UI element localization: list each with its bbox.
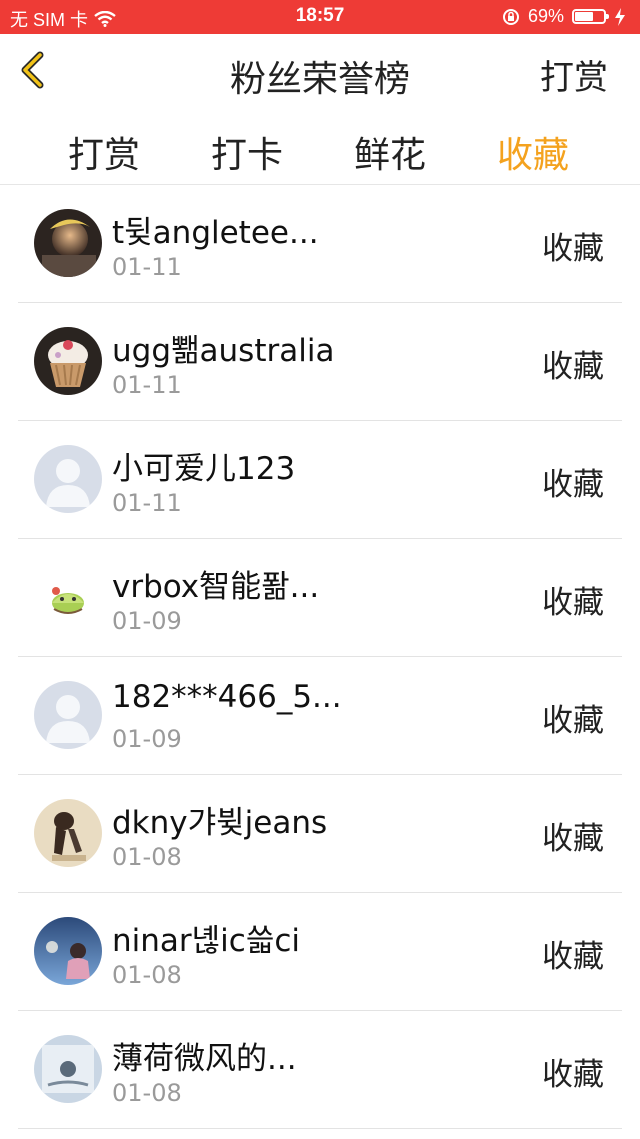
list-item[interactable]: 薄荷微风的... 01-08 收藏: [0, 1011, 640, 1129]
favorite-label: 收藏: [542, 467, 604, 503]
user-name: ninar녢ic쓻ci: [112, 923, 301, 959]
list-item[interactable]: vrbox智能퐒... 01-09 收藏: [0, 539, 640, 657]
battery-fill: [575, 12, 593, 21]
date: 01-08: [112, 1079, 182, 1107]
tab-reward[interactable]: 打赏: [33, 126, 175, 178]
tab-checkin[interactable]: 打卡: [176, 126, 318, 178]
nav-bar: 粉丝荣誉榜 打赏: [0, 34, 640, 109]
reward-button[interactable]: 打赏: [540, 50, 608, 99]
user-name: dkny갸뷪jeans: [112, 805, 328, 841]
battery-icon: [572, 9, 609, 24]
status-right: 69%: [502, 6, 626, 27]
user-name: 182***466_5...: [112, 679, 342, 715]
favorite-label: 收藏: [542, 821, 604, 857]
favorite-label: 收藏: [542, 231, 604, 267]
list-item[interactable]: dkny갸뷪jeans 01-08 收藏: [0, 775, 640, 893]
user-name: t뒺angletee...: [112, 215, 319, 251]
list-item[interactable]: t뒺angletee... 01-11 收藏: [0, 185, 640, 303]
avatar: [34, 799, 102, 867]
date: 01-11: [112, 371, 182, 399]
date: 01-08: [112, 843, 182, 871]
user-name: 小可爱儿123: [112, 451, 296, 487]
avatar: [34, 563, 102, 631]
default-avatar: [34, 681, 102, 749]
tab-flowers[interactable]: 鲜花: [319, 126, 461, 178]
divider: [18, 1128, 622, 1129]
user-name: vrbox智能퐒...: [112, 569, 320, 605]
avatar: [34, 209, 102, 277]
favorite-label: 收藏: [542, 585, 604, 621]
tab-favorites[interactable]: 收藏: [462, 126, 604, 178]
date: 01-09: [112, 725, 182, 753]
status-bar: 无 SIM 卡 18:57 69%: [0, 0, 640, 34]
battery-percent: 69%: [527, 6, 564, 26]
list-item[interactable]: ninar녢ic쓻ci 01-08 收藏: [0, 893, 640, 1011]
date: 01-11: [112, 489, 182, 517]
avatar: [34, 327, 102, 395]
fan-list: t뒺angletee... 01-11 收藏 ugg뾂australia 01-…: [0, 185, 640, 1129]
charging-icon: [615, 7, 625, 26]
user-name: ugg뾂australia: [112, 333, 335, 369]
default-avatar: [34, 445, 102, 513]
list-item[interactable]: 小可爱儿123 01-11 收藏: [0, 421, 640, 539]
favorite-label: 收藏: [542, 1057, 604, 1093]
tab-bar: 打赏 打卡 鲜花 收藏: [0, 108, 640, 185]
date: 01-09: [112, 607, 182, 635]
list-item[interactable]: ugg뾂australia 01-11 收藏: [0, 303, 640, 421]
avatar: [34, 1035, 102, 1103]
rotation-lock-icon: [502, 8, 519, 25]
favorite-label: 收藏: [542, 349, 604, 385]
list-item[interactable]: 182***466_5... 01-09 收藏: [0, 657, 640, 775]
date: 01-11: [112, 253, 182, 281]
favorite-label: 收藏: [542, 703, 604, 739]
user-name: 薄荷微风的...: [112, 1041, 297, 1077]
favorite-label: 收藏: [542, 939, 604, 975]
date: 01-08: [112, 961, 182, 989]
avatar: [34, 917, 102, 985]
